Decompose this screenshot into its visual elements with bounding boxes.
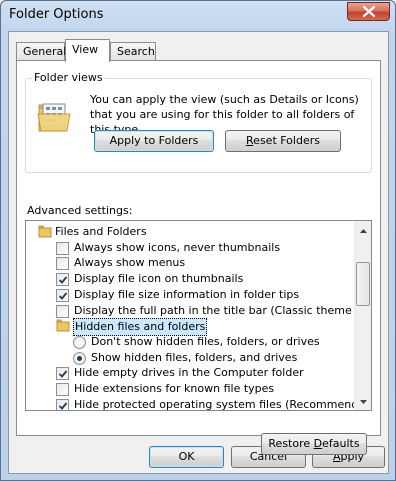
setting-radio-row[interactable]: Don't show hidden files, folders, or dri… [26, 334, 351, 350]
scroll-down-icon[interactable] [359, 397, 368, 406]
folder-views-group: Folder views You can apply the view (suc… [25, 71, 372, 173]
setting-checkbox-row[interactable]: Hide extensions for known file types [26, 381, 351, 397]
folder-views-legend: Folder views [32, 71, 105, 84]
title-bar[interactable]: Folder Options [1, 1, 395, 31]
tab-general[interactable]: General [16, 42, 66, 61]
setting-checkbox-row[interactable]: Hide empty drives in the Computer folder [26, 365, 351, 381]
restore-access-key: D [313, 437, 323, 450]
setting-label: Always show icons, never thumbnails [74, 240, 281, 254]
checked-checkbox[interactable] [56, 367, 69, 381]
tree-folder-node[interactable]: Hidden files and folders [26, 318, 351, 337]
setting-checkbox-row[interactable]: Display the full path in the title bar (… [26, 303, 371, 319]
setting-checkbox-row[interactable]: Display file icon on thumbnails [26, 271, 351, 287]
checked-checkbox[interactable] [56, 273, 69, 287]
scroll-up-icon[interactable] [359, 227, 368, 236]
setting-label: Hide protected operating system files (R… [74, 397, 372, 411]
restore-defaults-button[interactable]: Restore Defaults [261, 433, 367, 455]
folder-view-icon [37, 103, 71, 132]
setting-label: Don't show hidden files, folders, or dri… [91, 334, 320, 348]
tab-view[interactable]: View [65, 39, 110, 62]
reset-folders-button[interactable]: Reset Folders [225, 130, 341, 152]
apply-to-folders-button[interactable]: Apply to Folders [94, 130, 214, 152]
unchecked-checkbox[interactable] [56, 257, 69, 271]
advanced-settings-tree[interactable]: Files and Folders Always show icons, neve… [25, 220, 372, 411]
setting-label: Hide empty drives in the Computer folder [74, 366, 304, 380]
setting-label: Display file size information in folder … [74, 287, 300, 301]
folder-options-window: Folder Options General View Search Folde… [0, 0, 396, 481]
tree-folder-node[interactable]: Files and Folders [26, 224, 351, 240]
close-icon [362, 6, 375, 17]
setting-radio-row[interactable]: Show hidden files, folders, and drives [26, 350, 351, 366]
scroll-thumb[interactable] [356, 262, 370, 306]
setting-label: Hide extensions for known file types [74, 382, 275, 395]
vertical-scrollbar[interactable] [354, 221, 371, 410]
setting-checkbox-row[interactable]: Hide protected operating system files (R… [26, 397, 371, 410]
dialog-client-area: General View Search Folder views You can… [8, 31, 389, 474]
restore-label-rest: efaults [322, 437, 360, 450]
ok-button[interactable]: OK [149, 446, 224, 468]
unchecked-checkbox[interactable] [56, 241, 69, 255]
setting-label: Display the full path in the title bar (… [74, 303, 372, 317]
unselected-radio[interactable] [73, 335, 86, 349]
advanced-settings-label: Advanced settings: [27, 204, 133, 217]
tree-folder-label: Files and Folders [55, 225, 147, 238]
setting-label: Show hidden files, folders, and drives [91, 350, 298, 364]
tab-search[interactable]: Search [110, 42, 156, 61]
restore-label-prefix: Restore [268, 437, 314, 450]
selected-radio[interactable] [73, 351, 86, 365]
checked-checkbox[interactable] [56, 288, 69, 302]
setting-label: Display file icon on thumbnails [74, 272, 244, 286]
unchecked-checkbox[interactable] [56, 304, 69, 318]
setting-label: Always show menus [74, 256, 186, 270]
view-tab-panel: Folder views You can apply the view (suc… [16, 60, 381, 455]
unchecked-checkbox[interactable] [56, 383, 69, 396]
setting-checkbox-row[interactable]: Always show icons, never thumbnails [26, 240, 351, 256]
close-button[interactable] [347, 2, 390, 21]
setting-checkbox-row[interactable]: Always show menus [26, 255, 351, 271]
reset-label-rest: eset Folders [253, 134, 320, 147]
checked-checkbox[interactable] [56, 398, 69, 410]
setting-checkbox-row[interactable]: Display file size information in folder … [26, 287, 351, 303]
window-title: Folder Options [9, 7, 104, 22]
